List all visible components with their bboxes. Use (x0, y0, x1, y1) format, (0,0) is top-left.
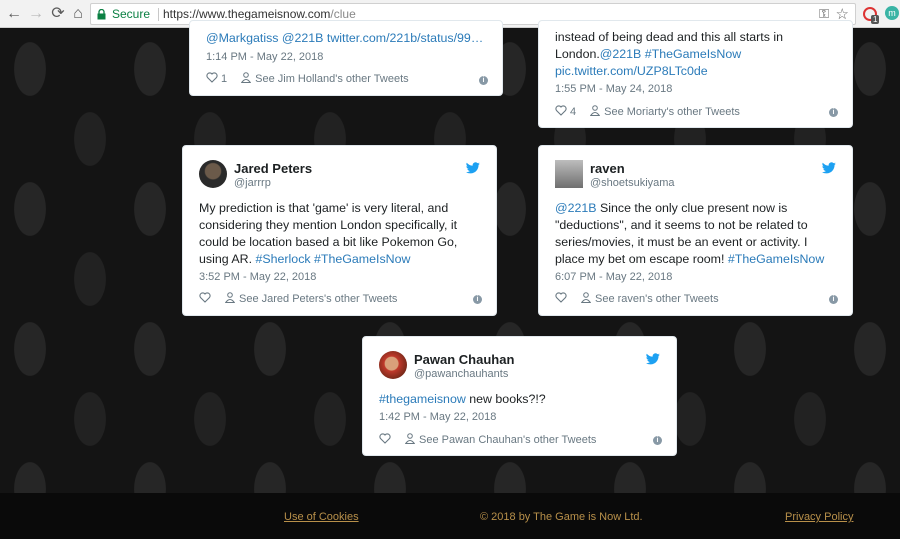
twitter-bird-icon[interactable] (646, 353, 660, 365)
tweet-text-line: instead of being dead and this all start… (555, 30, 783, 44)
see-other-tweets-link[interactable]: See Jared Peters's other Tweets (239, 293, 397, 305)
tweet-timestamp[interactable]: 3:52 PM - May 22, 2018 (199, 271, 316, 283)
person-icon (590, 105, 601, 116)
avatar[interactable] (199, 160, 227, 188)
person-icon (581, 292, 591, 303)
tweet-timestamp[interactable]: 1:42 PM - May 22, 2018 (379, 411, 496, 423)
back-icon[interactable]: ← (4, 4, 24, 24)
tweet-text-line: series/movies, it must be an event or ac… (555, 235, 808, 249)
tweet-card[interactable]: Pawan Chauhan @pawanchauhants #thegameis… (362, 336, 677, 456)
tweet-timestamp[interactable]: 6:07 PM - May 22, 2018 (555, 271, 672, 283)
tweet-timestamp[interactable]: 1:14 PM - May 22, 2018 (206, 51, 323, 63)
tweet-text-line: could be location based a bit like Pokem… (199, 235, 458, 249)
avatar[interactable] (379, 351, 407, 379)
tweet-card[interactable]: instead of being dead and this all start… (538, 20, 853, 128)
tweet-text-plain: London. (555, 47, 600, 61)
tweet-text: @Markgatiss @221B twitter.com/221b/statu… (206, 30, 483, 47)
heart-icon[interactable] (206, 72, 218, 83)
tweet-text-line: considering they mention London specific… (199, 218, 458, 232)
tweet-text: @221B Since the only clue present now is… (555, 200, 824, 268)
info-icon[interactable]: i (473, 295, 482, 304)
author-handle[interactable]: @pawanchauhants (414, 368, 508, 380)
url-text[interactable]: https://www.thegameisnow.com/clue (163, 7, 356, 21)
hashtag-link[interactable]: #thegameisnow (379, 392, 466, 406)
url-host: https://www.thegameisnow.com (163, 7, 331, 21)
tweet-text-line: using AR. #Sherlock #TheGameIsNow (199, 251, 457, 268)
privacy-policy-link[interactable]: Privacy Policy (785, 511, 853, 523)
tweet-link[interactable]: @Markgatiss @221B twitter.com/221b/statu… (206, 31, 483, 45)
info-icon[interactable]: i (829, 108, 838, 117)
forward-icon[interactable]: → (26, 4, 46, 24)
secure-label: Secure (112, 7, 151, 21)
home-icon[interactable]: ⌂ (68, 4, 88, 24)
info-icon[interactable]: i (829, 295, 838, 304)
tweet-actions: 4 See Moriarty's other Tweets (555, 105, 740, 118)
extension-badge: 1 (871, 15, 880, 24)
use-of-cookies-link[interactable]: Use of Cookies (284, 511, 359, 523)
tweet-text-line: #thegameisnow new books?!? (379, 391, 546, 408)
like-count: 4 (570, 106, 577, 118)
url-path: /clue (330, 7, 356, 21)
tweet-text-plain: place my bet om escape room! (555, 252, 728, 266)
tweet-actions: See Jared Peters's other Tweets (199, 292, 397, 305)
author-name[interactable]: Jared Peters (234, 161, 312, 176)
tweet-text-line: @221B Since the only clue present now is (555, 200, 824, 217)
tweet-text-line: "deductions", and it seems to not be rel… (555, 218, 808, 232)
mention-link[interactable]: @221B (555, 201, 597, 215)
tweet-pic-link[interactable]: pic.twitter.com/UZP8LTc0de (555, 63, 783, 80)
site-footer: Use of Cookies © 2018 by The Game is Now… (0, 493, 900, 539)
person-icon (405, 433, 415, 444)
tweet-text-line: place my bet om escape room! #TheGameIsN… (555, 251, 824, 268)
info-icon[interactable]: i (479, 76, 488, 85)
profile-avatar[interactable]: m (885, 6, 899, 20)
omnibox-separator (158, 8, 159, 21)
lock-icon (97, 9, 106, 20)
see-other-tweets-link[interactable]: See Jim Holland's other Tweets (255, 73, 409, 85)
author-handle[interactable]: @shoetsukiyama (590, 177, 675, 189)
copyright-text: © 2018 by The Game is Now Ltd. (480, 511, 643, 523)
tweet-card[interactable]: @Markgatiss @221B twitter.com/221b/statu… (189, 20, 503, 96)
reload-icon[interactable]: ⟳ (48, 4, 68, 24)
tweet-text: My prediction is that 'game' is very lit… (199, 200, 457, 268)
author-name[interactable]: Pawan Chauhan (414, 352, 514, 367)
twitter-bird-icon[interactable] (466, 162, 480, 174)
tweet-text-plain: new books?!? (465, 392, 546, 406)
tweet-text-plain: Since the only clue present now is (596, 201, 788, 215)
author-name[interactable]: raven (590, 161, 625, 176)
heart-icon[interactable] (555, 292, 567, 303)
tweet-link[interactable]: @221B #TheGameIsNow (600, 47, 741, 61)
tweet-actions: 1 See Jim Holland's other Tweets (206, 72, 409, 85)
tweet-card[interactable]: raven @shoetsukiyama @221B Since the onl… (538, 145, 853, 316)
tweet-text-plain: using AR. (199, 252, 256, 266)
heart-icon[interactable] (199, 292, 211, 303)
heart-icon[interactable] (555, 105, 567, 116)
person-icon (225, 292, 235, 303)
see-other-tweets-link[interactable]: See Moriarty's other Tweets (604, 106, 740, 118)
author-handle[interactable]: @jarrrp (234, 177, 271, 189)
heart-icon[interactable] (379, 433, 391, 444)
tweet-actions: See raven's other Tweets (555, 292, 719, 305)
like-count: 1 (221, 73, 228, 85)
info-icon[interactable]: i (653, 436, 662, 445)
see-other-tweets-link[interactable]: See raven's other Tweets (595, 293, 719, 305)
hashtag-link[interactable]: #TheGameIsNow (728, 252, 824, 266)
tweet-timestamp[interactable]: 1:55 PM - May 24, 2018 (555, 83, 672, 95)
tweet-text-line: My prediction is that 'game' is very lit… (199, 201, 449, 215)
person-icon (241, 72, 252, 83)
tweet-text: instead of being dead and this all start… (555, 29, 783, 80)
twitter-bird-icon[interactable] (822, 162, 836, 174)
see-other-tweets-link[interactable]: See Pawan Chauhan's other Tweets (419, 434, 596, 446)
tweet-text: #thegameisnow new books?!? (379, 391, 546, 408)
tweet-card[interactable]: Jared Peters @jarrrp My prediction is th… (182, 145, 497, 316)
tweet-actions: See Pawan Chauhan's other Tweets (379, 433, 596, 446)
avatar[interactable] (555, 160, 583, 188)
tweet-text-line: London.@221B #TheGameIsNow (555, 46, 783, 63)
hashtag-link[interactable]: #Sherlock #TheGameIsNow (255, 252, 410, 266)
